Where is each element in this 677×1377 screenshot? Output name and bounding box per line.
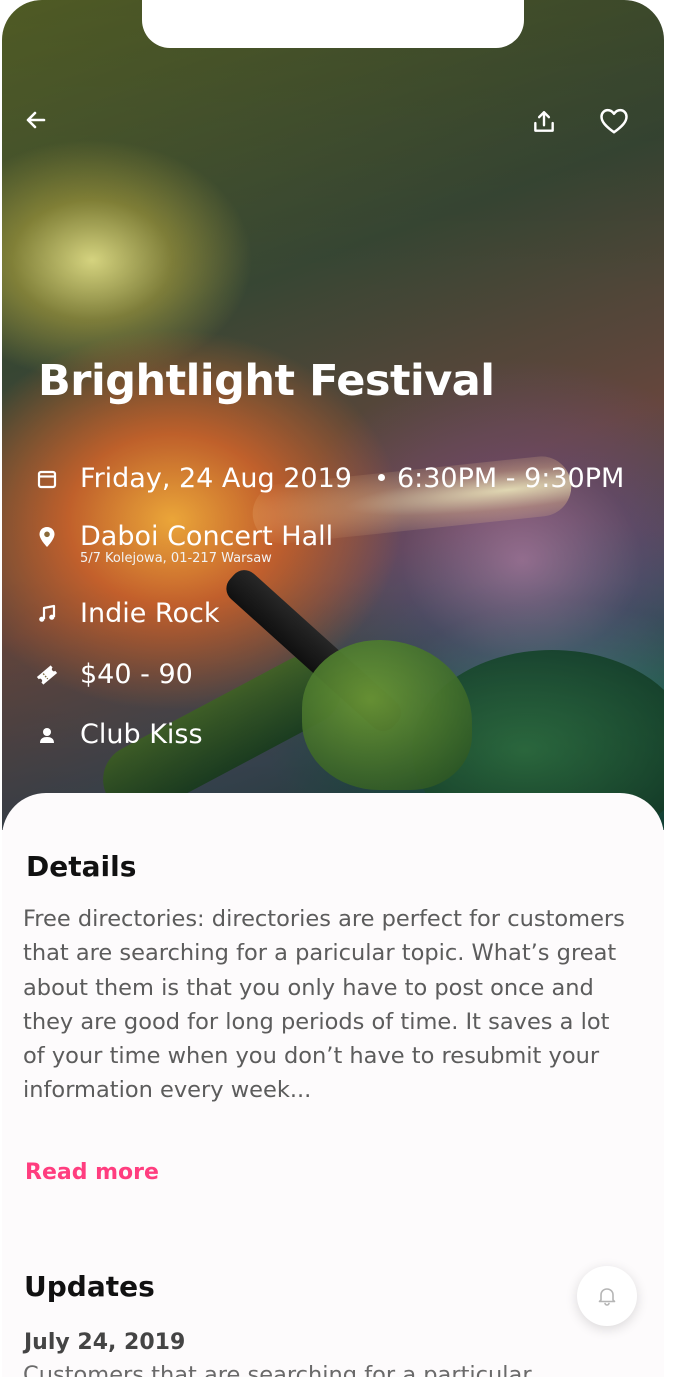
music-note-icon bbox=[32, 599, 62, 629]
location-pin-icon bbox=[32, 522, 62, 552]
event-price-row: $40 - 90 bbox=[32, 658, 193, 692]
ticket-icon bbox=[32, 660, 62, 690]
calendar-icon bbox=[32, 464, 62, 494]
notify-button[interactable] bbox=[577, 1266, 637, 1326]
arrow-left-icon bbox=[26, 111, 46, 129]
hero-overlay bbox=[2, 0, 664, 830]
share-button[interactable] bbox=[524, 104, 564, 140]
event-date: Friday, 24 Aug 2019 bbox=[80, 463, 352, 494]
person-icon bbox=[32, 720, 62, 750]
venue-address: 5/7 Kolejowa, 01-217 Warsaw bbox=[80, 551, 272, 566]
bell-icon bbox=[598, 1288, 616, 1306]
organizer-name: Club Kiss bbox=[80, 719, 203, 750]
separator-dot bbox=[377, 473, 385, 481]
updates-heading: Updates bbox=[24, 1270, 155, 1303]
details-description: Free directories: directories are perfec… bbox=[23, 906, 625, 1104]
update-date: July 24, 2019 bbox=[24, 1330, 186, 1355]
heart-icon bbox=[600, 108, 628, 134]
device-notch bbox=[142, 0, 524, 48]
event-genre-row: Indie Rock bbox=[32, 597, 219, 631]
event-genre: Indie Rock bbox=[80, 598, 220, 629]
read-more-link[interactable]: Read more bbox=[25, 1160, 159, 1185]
venue-name: Daboi Concert Hall bbox=[80, 521, 334, 552]
event-time: 6:30PM - 9:30PM bbox=[396, 463, 625, 494]
share-icon bbox=[534, 111, 554, 132]
favorite-button[interactable] bbox=[593, 102, 635, 140]
event-venue-row[interactable]: Daboi Concert Hall 5/7 Kolejowa, 01-217 … bbox=[32, 520, 333, 566]
update-text: Customers that are searching for a parti… bbox=[23, 1362, 532, 1377]
phone-screen: Brightlight Festival Friday, 24 Aug 2019… bbox=[2, 0, 664, 1377]
details-heading: Details bbox=[26, 850, 137, 883]
event-date-row: Friday, 24 Aug 2019 6:30PM - 9:30PM bbox=[32, 462, 624, 496]
ticket-price: $40 - 90 bbox=[80, 659, 193, 690]
event-title: Brightlight Festival bbox=[38, 356, 495, 406]
back-button[interactable] bbox=[16, 102, 56, 138]
event-organizer-row[interactable]: Club Kiss bbox=[32, 718, 203, 752]
event-hero-image bbox=[2, 0, 664, 850]
